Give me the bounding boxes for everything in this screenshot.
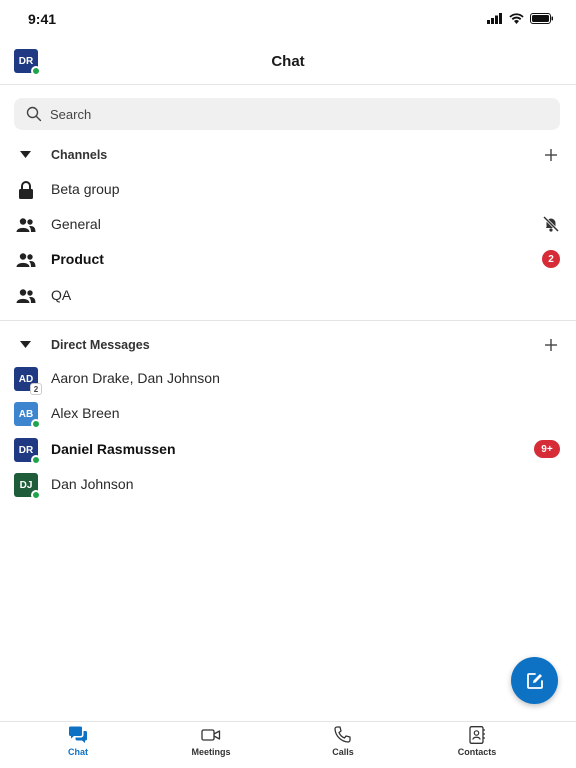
phone-icon xyxy=(334,726,351,743)
avatar-initials: AB xyxy=(18,408,34,420)
avatar: DJ xyxy=(14,473,41,500)
app-header: DR Chat xyxy=(0,40,576,85)
contacts-icon xyxy=(469,726,485,744)
add-channel-button[interactable] xyxy=(544,148,558,162)
status-bar: 9:41 xyxy=(0,0,576,40)
tab-label: Calls xyxy=(332,747,354,757)
channel-row-general[interactable]: General xyxy=(0,207,576,242)
tab-label: Contacts xyxy=(457,747,497,757)
dm-label: Alex Breen xyxy=(51,405,120,421)
dm-label: Daniel Rasmussen xyxy=(51,441,176,457)
avatar: AB xyxy=(14,402,41,429)
section-divider xyxy=(0,320,576,321)
avatar: DR xyxy=(14,438,41,465)
people-icon xyxy=(16,215,36,235)
presence-indicator xyxy=(31,455,41,465)
dm-row-dan-johnson[interactable]: DJ Dan Johnson xyxy=(0,467,576,502)
channel-label: General xyxy=(51,216,101,232)
compose-icon xyxy=(526,672,543,689)
presence-indicator xyxy=(31,419,41,429)
tab-meetings[interactable]: Meetings xyxy=(166,726,256,766)
status-icons xyxy=(487,13,554,24)
channel-label: Beta group xyxy=(51,181,120,197)
compose-button[interactable] xyxy=(511,657,558,704)
tab-chat[interactable]: Chat xyxy=(33,726,123,766)
tab-contacts[interactable]: Contacts xyxy=(432,726,522,766)
page-title: Chat xyxy=(271,53,305,70)
signal-icon xyxy=(487,13,502,24)
dm-label: Aaron Drake, Dan Johnson xyxy=(51,370,220,386)
dm-row-group[interactable]: AD 2 Aaron Drake, Dan Johnson xyxy=(0,361,576,396)
people-icon xyxy=(16,250,36,270)
bottom-tab-bar: Chat Meetings Calls Contacts xyxy=(0,721,576,768)
dm-row-daniel-rasmussen[interactable]: DR Daniel Rasmussen 9+ xyxy=(0,432,576,467)
avatar-tile: DJ xyxy=(14,473,41,500)
channels-section-title: Channels xyxy=(51,148,108,162)
channel-label: Product xyxy=(51,251,104,267)
caret-down-icon[interactable] xyxy=(20,151,31,158)
avatar-tile: AD 2 xyxy=(14,367,42,395)
avatar-initials: DR xyxy=(18,444,34,456)
avatar-tile: AB xyxy=(14,402,41,429)
lock-icon xyxy=(16,180,36,200)
direct-messages-section-title: Direct Messages xyxy=(51,338,150,352)
search-input[interactable] xyxy=(50,106,530,122)
tab-label: Meetings xyxy=(191,747,231,757)
unread-badge: 2 xyxy=(542,250,560,268)
people-icon xyxy=(16,286,36,306)
presence-indicator xyxy=(31,490,41,500)
search-icon xyxy=(26,106,42,122)
wifi-icon xyxy=(509,13,524,24)
channel-label: QA xyxy=(51,287,72,303)
dm-label: Dan Johnson xyxy=(51,476,134,492)
channel-row-beta-group[interactable]: Beta group xyxy=(0,172,576,207)
search-bar[interactable] xyxy=(14,98,560,130)
battery-icon xyxy=(530,13,553,24)
tab-label: Chat xyxy=(68,747,88,757)
member-count-badge: 2 xyxy=(30,383,42,395)
status-time: 9:41 xyxy=(28,11,57,27)
avatar: AD 2 xyxy=(14,367,42,395)
channels-section-header[interactable]: Channels xyxy=(0,137,576,173)
video-icon xyxy=(201,729,221,741)
direct-messages-section-header[interactable]: Direct Messages xyxy=(0,327,576,363)
bell-muted-icon xyxy=(542,215,560,238)
avatar-initials: DJ xyxy=(19,479,33,491)
channel-row-qa[interactable]: QA xyxy=(0,278,576,313)
caret-down-icon[interactable] xyxy=(20,341,31,348)
chat-icon xyxy=(69,726,87,743)
avatar-tile: DR xyxy=(14,438,41,465)
tab-calls[interactable]: Calls xyxy=(298,726,388,766)
channel-row-product[interactable]: Product 2 xyxy=(0,242,576,277)
add-direct-message-button[interactable] xyxy=(544,338,558,352)
unread-badge: 9+ xyxy=(534,440,560,458)
dm-row-alex-breen[interactable]: AB Alex Breen xyxy=(0,396,576,431)
